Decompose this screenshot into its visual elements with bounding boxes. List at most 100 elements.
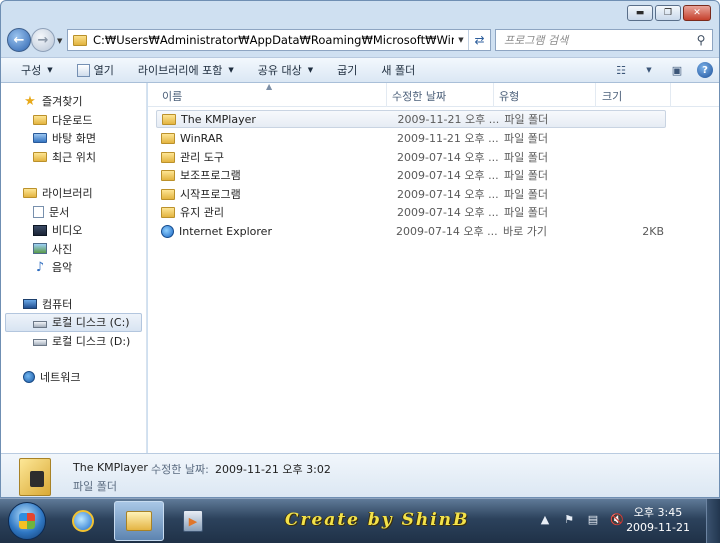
address-bar[interactable]: C:₩Users₩Administrator₩AppData₩Roaming₩M… <box>67 29 491 51</box>
taskbar-internet-explorer[interactable] <box>58 501 108 541</box>
show-hidden-icons-icon[interactable]: ▲ <box>538 512 552 526</box>
sidebar-item-label: 라이브러리 <box>42 187 93 201</box>
sidebar-item-label: 최근 위치 <box>52 150 96 164</box>
clock[interactable]: 오후 3:45 2009-11-21 <box>626 505 690 535</box>
kmplayer-folder-icon <box>19 458 51 496</box>
close-button[interactable]: ✕ <box>683 5 711 21</box>
caption-buttons: ▬ ❐ ✕ <box>627 5 711 21</box>
table-row[interactable]: 관리 도구 2009-07-14 오후 ... 파일 폴더 <box>156 148 666 166</box>
sidebar-item-label: 네트워크 <box>40 371 81 385</box>
file-name: 관리 도구 <box>180 151 224 164</box>
folder-icon <box>73 34 87 46</box>
sidebar-item-label: 로컬 디스크 (C:) <box>52 316 130 330</box>
sidebar-item-computer[interactable]: 컴퓨터 <box>1 295 146 314</box>
preview-pane-icon[interactable]: ▣ <box>669 62 685 78</box>
sidebar-item-network[interactable]: 네트워크 <box>1 368 146 387</box>
table-row[interactable]: Internet Explorer 2009-07-14 오후 ... 바로 가… <box>156 222 666 240</box>
library-icon <box>23 188 37 199</box>
taskbar: ▶ Create by ShinB ▲ ⚑ ▤ 🔇 오후 3:45 2009-1… <box>0 498 720 543</box>
new-folder-label: 새 폴더 <box>381 64 416 77</box>
sidebar-item-desktop[interactable]: 바탕 화면 <box>1 129 146 148</box>
sidebar-item-local-disk-c[interactable]: 로컬 디스크 (C:) <box>5 313 142 332</box>
start-button[interactable] <box>8 502 46 540</box>
table-row[interactable]: 유지 관리 2009-07-14 오후 ... 파일 폴더 <box>156 203 666 221</box>
music-icon: ♪ <box>35 259 45 275</box>
search-icon[interactable]: ⚲ <box>690 33 712 47</box>
folder-icon <box>161 151 175 163</box>
search-input[interactable] <box>504 33 690 47</box>
recent-places-icon <box>33 151 47 162</box>
sidebar-item-libraries[interactable]: 라이브러리 <box>1 184 146 203</box>
column-date-header[interactable]: 수정한 날짜 <box>392 88 446 104</box>
file-name: 유지 관리 <box>180 206 224 219</box>
column-name-header[interactable]: 이름 <box>162 88 182 104</box>
taskbar-windows-explorer[interactable] <box>114 501 164 541</box>
burn-button[interactable]: 굽기 <box>325 62 369 78</box>
file-name: Internet Explorer <box>179 224 272 238</box>
address-dropdown-icon[interactable]: ▼ <box>454 36 468 44</box>
column-size-header[interactable]: 크기 <box>602 88 622 104</box>
desktop-icon <box>33 133 47 144</box>
maximize-button[interactable]: ❐ <box>655 5 681 21</box>
open-button[interactable]: 열기 <box>65 62 126 78</box>
file-type: 파일 폴더 <box>504 113 549 126</box>
open-label: 열기 <box>93 64 114 77</box>
file-type: 파일 폴더 <box>504 132 548 145</box>
share-with-menu[interactable]: 공유 대상 ▼ <box>246 62 325 78</box>
details-name: The KMPlayer <box>73 461 148 474</box>
clock-time: 오후 3:45 <box>633 506 683 519</box>
sidebar-item-label: 즐겨찾기 <box>42 95 83 109</box>
table-row[interactable]: 시작프로그램 2009-07-14 오후 ... 파일 폴더 <box>156 185 666 203</box>
sidebar-item-documents[interactable]: 문서 <box>1 203 146 222</box>
folder-icon <box>161 169 175 181</box>
folder-icon <box>161 132 175 144</box>
file-name: 보조프로그램 <box>180 169 241 182</box>
file-date: 2009-07-14 오후 ... <box>397 169 499 182</box>
sidebar-item-local-disk-d[interactable]: 로컬 디스크 (D:) <box>1 332 146 351</box>
sidebar-item-recent-places[interactable]: 최근 위치 <box>1 148 146 167</box>
network-status-icon[interactable]: ▤ <box>586 512 600 526</box>
search-box[interactable]: ⚲ <box>495 29 713 51</box>
table-row[interactable]: The KMPlayer 2009-11-21 오후 ... 파일 폴더 <box>156 110 666 128</box>
change-view-icon[interactable]: ☷ <box>613 62 629 78</box>
file-type: 파일 폴더 <box>504 169 548 182</box>
back-button[interactable]: ← <box>7 28 31 52</box>
watermark: Create by ShinB <box>285 510 470 530</box>
history-dropdown-icon[interactable]: ▼ <box>57 37 62 45</box>
help-icon[interactable]: ? <box>697 62 713 78</box>
action-center-flag-icon[interactable]: ⚑ <box>562 512 576 526</box>
chevron-down-icon[interactable]: ▼ <box>641 62 657 78</box>
file-type: 바로 가기 <box>503 225 547 238</box>
table-row[interactable]: 보조프로그램 2009-07-14 오후 ... 파일 폴더 <box>156 166 666 184</box>
open-icon <box>76 63 90 77</box>
file-name: 시작프로그램 <box>180 188 241 201</box>
sidebar-item-label: 문서 <box>49 205 70 219</box>
column-type-header[interactable]: 유형 <box>499 88 519 104</box>
details-date-value: 2009-11-21 오후 3:02 <box>215 463 331 476</box>
taskbar-media-player[interactable]: ▶ <box>168 501 218 541</box>
star-icon: ★ <box>24 93 36 109</box>
command-bar: 구성 ▼ 열기 라이브러리에 포함 ▼ 공유 대상 ▼ 굽기 새 폴더 ☷ ▼ … <box>1 57 719 83</box>
column-header: ▲ 이름 수정한 날짜 유형 크기 <box>148 82 719 107</box>
volume-muted-icon[interactable]: 🔇 <box>610 512 624 526</box>
burn-label: 굽기 <box>337 64 358 77</box>
show-desktop-button[interactable] <box>706 499 720 543</box>
new-folder-button[interactable]: 새 폴더 <box>369 62 427 78</box>
minimize-button[interactable]: ▬ <box>627 5 653 21</box>
chevron-down-icon: ▼ <box>307 66 314 74</box>
clock-date: 2009-11-21 <box>626 521 690 534</box>
organize-menu[interactable]: 구성 ▼ <box>9 62 65 78</box>
sidebar-item-downloads[interactable]: 다운로드 <box>1 111 146 130</box>
sidebar-item-label: 음악 <box>52 261 73 275</box>
sidebar-item-music[interactable]: ♪ 음악 <box>1 258 146 277</box>
sidebar-item-videos[interactable]: 비디오 <box>1 221 146 240</box>
table-row[interactable]: WinRAR 2009-11-21 오후 ... 파일 폴더 <box>156 129 666 147</box>
file-date: 2009-11-21 오후 ... <box>397 132 499 145</box>
include-in-library-menu[interactable]: 라이브러리에 포함 ▼ <box>126 62 246 78</box>
address-path[interactable]: C:₩Users₩Administrator₩AppData₩Roaming₩M… <box>93 33 454 47</box>
refresh-button[interactable]: ⇄ <box>468 30 490 50</box>
forward-button[interactable]: → <box>31 28 55 52</box>
chevron-down-icon: ▼ <box>228 66 234 74</box>
sidebar-item-favorites[interactable]: ★ 즐겨찾기 <box>1 92 146 111</box>
sidebar-item-pictures[interactable]: 사진 <box>1 240 146 259</box>
